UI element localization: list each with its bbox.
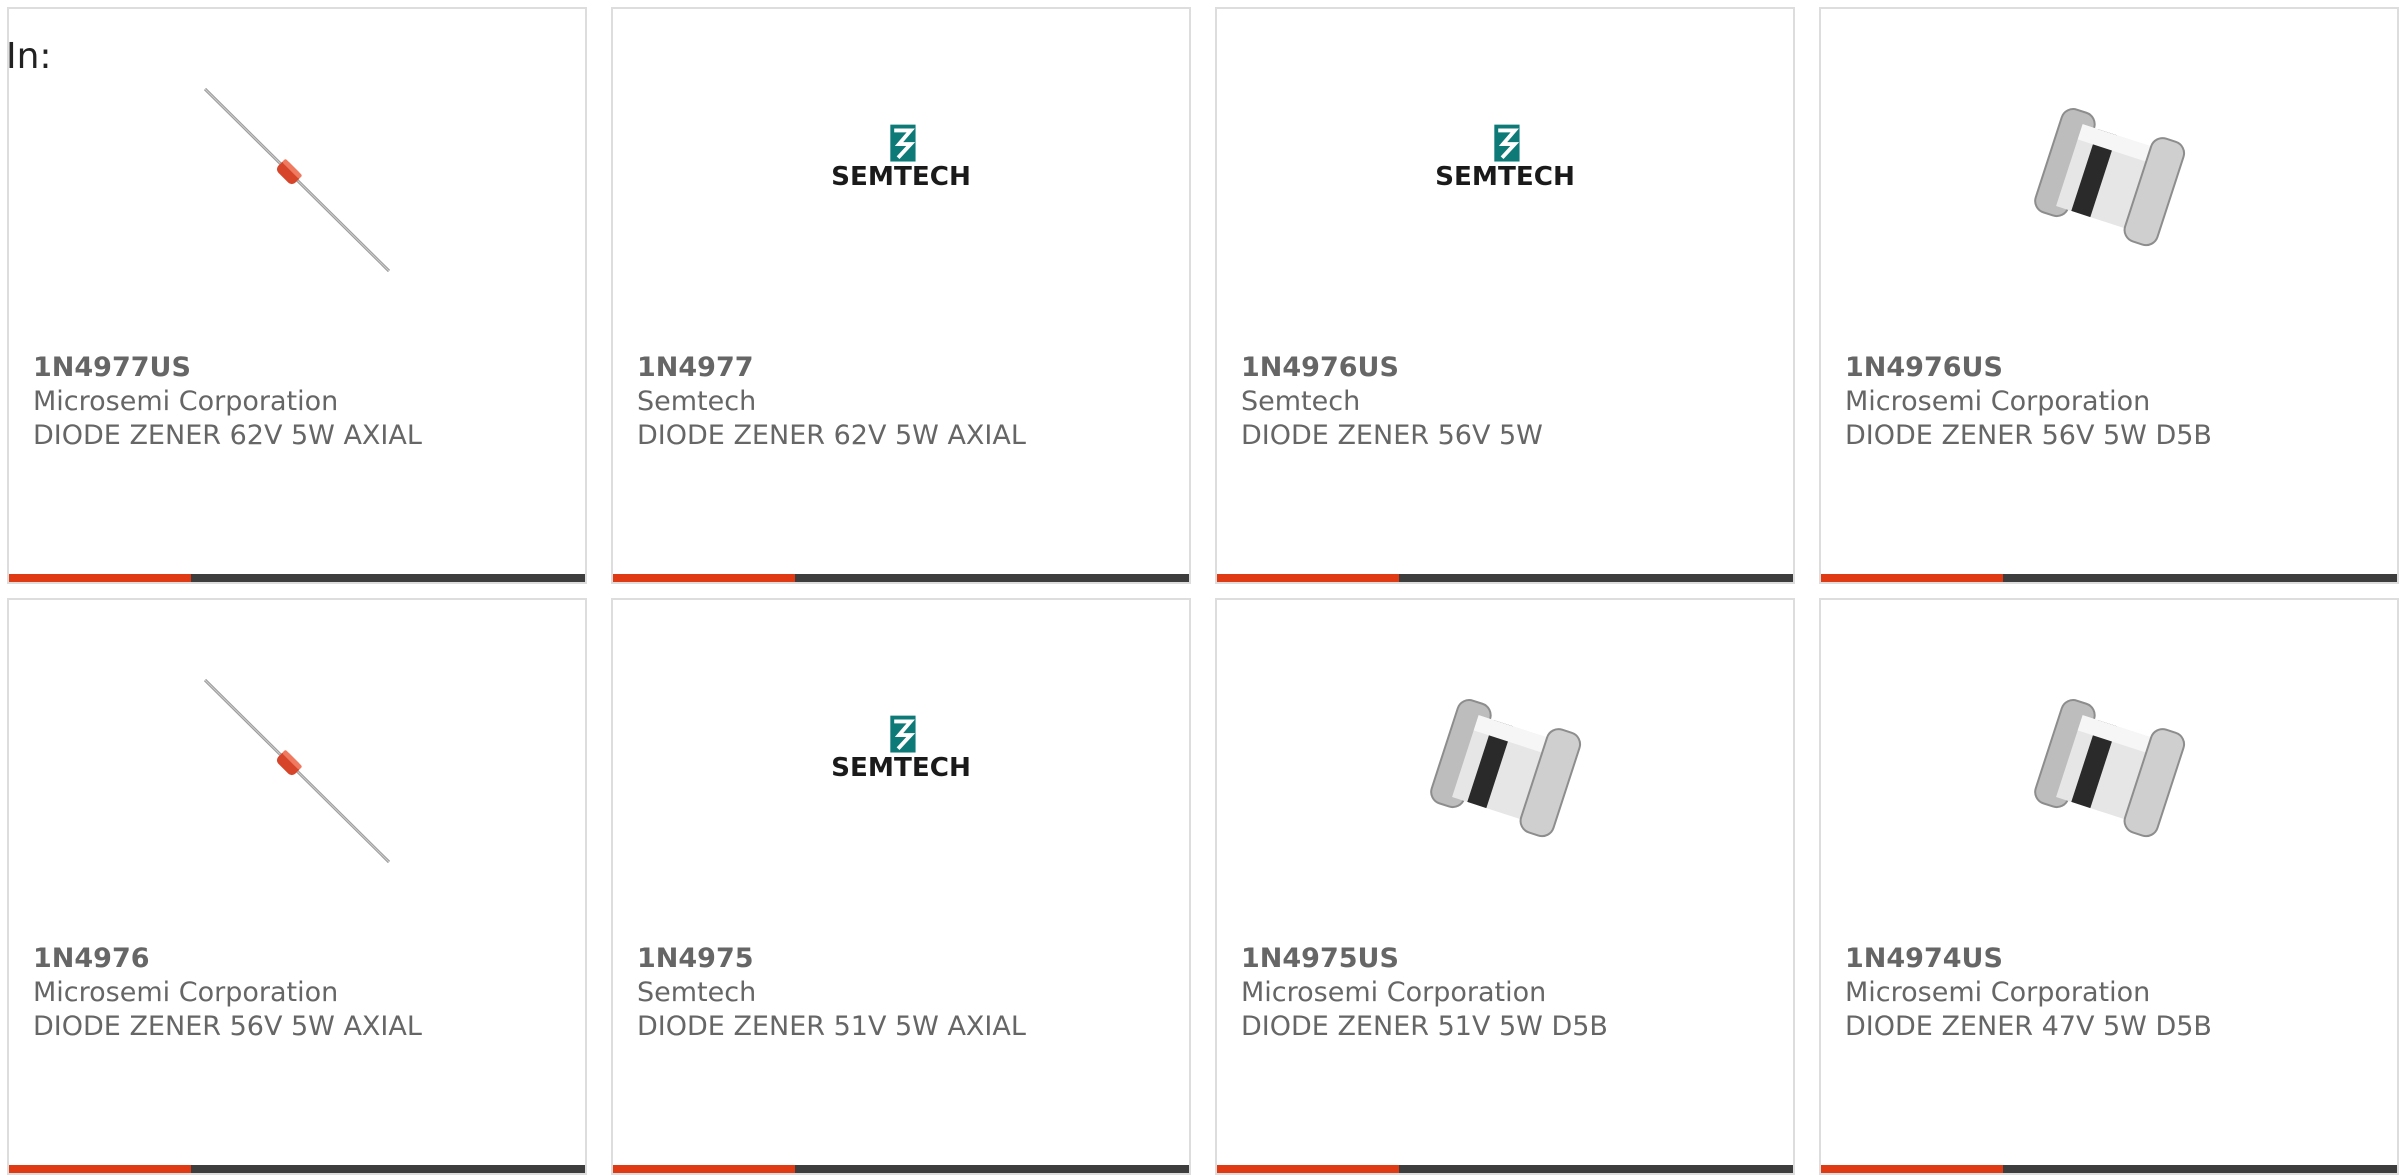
manufacturer: Semtech bbox=[637, 386, 757, 417]
d5b-package-icon bbox=[2034, 108, 2186, 247]
card-bottom-bar bbox=[1821, 1165, 2397, 1173]
filter-label: In: bbox=[6, 36, 52, 77]
semtech-logo-text: SEMTECH bbox=[831, 162, 971, 192]
card-bottom-bar bbox=[1217, 1165, 1793, 1173]
part-number[interactable]: 1N4977 bbox=[637, 351, 1179, 385]
description: DIODE ZENER 51V 5W D5B bbox=[1241, 1011, 1608, 1042]
description: DIODE ZENER 56V 5W AXIAL bbox=[33, 1011, 422, 1042]
semtech-logo-text: SEMTECH bbox=[831, 753, 971, 783]
product-image[interactable] bbox=[2009, 670, 2209, 870]
product-card[interactable]: SEMTECH 1N4976US Semtech DIODE ZENER 56V… bbox=[1215, 7, 1795, 584]
description: DIODE ZENER 62V 5W AXIAL bbox=[637, 420, 1026, 451]
product-info: 1N4976US Semtech DIODE ZENER 56V 5W bbox=[1241, 351, 1783, 453]
d5b-package-icon bbox=[2034, 699, 2186, 838]
part-number[interactable]: 1N4976US bbox=[1845, 351, 2387, 385]
semtech-logo-icon: SEMTECH bbox=[1435, 124, 1575, 192]
product-image[interactable] bbox=[2009, 79, 2209, 279]
manufacturer: Semtech bbox=[637, 977, 757, 1008]
product-image[interactable] bbox=[197, 79, 397, 279]
card-bottom-bar bbox=[1217, 574, 1793, 582]
product-image[interactable]: SEMTECH bbox=[801, 79, 1001, 279]
description: DIODE ZENER 56V 5W bbox=[1241, 420, 1543, 451]
product-info: 1N4976US Microsemi Corporation DIODE ZEN… bbox=[1845, 351, 2387, 453]
card-bottom-bar bbox=[613, 1165, 1189, 1173]
product-card[interactable]: SEMTECH 1N4975 Semtech DIODE ZENER 51V 5… bbox=[611, 598, 1191, 1175]
manufacturer: Microsemi Corporation bbox=[33, 386, 339, 417]
manufacturer: Microsemi Corporation bbox=[1241, 977, 1547, 1008]
card-bar-accent bbox=[1217, 574, 1399, 582]
product-image[interactable] bbox=[1405, 670, 1605, 870]
part-number[interactable]: 1N4976US bbox=[1241, 351, 1783, 385]
d5b-package-icon bbox=[1430, 699, 1582, 838]
product-info: 1N4975 Semtech DIODE ZENER 51V 5W AXIAL bbox=[637, 942, 1179, 1044]
product-info: 1N4977 Semtech DIODE ZENER 62V 5W AXIAL bbox=[637, 351, 1179, 453]
card-bottom-bar bbox=[1821, 574, 2397, 582]
card-bottom-bar bbox=[9, 574, 585, 582]
product-info: 1N4977US Microsemi Corporation DIODE ZEN… bbox=[33, 351, 575, 453]
product-info: 1N4976 Microsemi Corporation DIODE ZENER… bbox=[33, 942, 575, 1044]
product-info: 1N4974US Microsemi Corporation DIODE ZEN… bbox=[1845, 942, 2387, 1044]
part-number[interactable]: 1N4977US bbox=[33, 351, 575, 385]
axial-diode-icon bbox=[203, 678, 391, 864]
manufacturer: Microsemi Corporation bbox=[1845, 386, 2151, 417]
card-bar-accent bbox=[1821, 1165, 2003, 1173]
card-bottom-bar bbox=[9, 1165, 585, 1173]
product-card[interactable]: 1N4976US Microsemi Corporation DIODE ZEN… bbox=[1819, 7, 2399, 584]
description: DIODE ZENER 62V 5W AXIAL bbox=[33, 420, 422, 451]
semtech-logo-icon: SEMTECH bbox=[831, 124, 971, 192]
product-card[interactable]: SEMTECH 1N4977 Semtech DIODE ZENER 62V 5… bbox=[611, 7, 1191, 584]
manufacturer: Microsemi Corporation bbox=[33, 977, 339, 1008]
product-card[interactable]: 1N4977US Microsemi Corporation DIODE ZEN… bbox=[7, 7, 587, 584]
part-number[interactable]: 1N4975US bbox=[1241, 942, 1783, 976]
card-bar-accent bbox=[1821, 574, 2003, 582]
part-number[interactable]: 1N4976 bbox=[33, 942, 575, 976]
product-info: 1N4975US Microsemi Corporation DIODE ZEN… bbox=[1241, 942, 1783, 1044]
semtech-logo-icon: SEMTECH bbox=[831, 715, 971, 783]
product-card[interactable]: 1N4976 Microsemi Corporation DIODE ZENER… bbox=[7, 598, 587, 1175]
card-bar-accent bbox=[9, 574, 191, 582]
description: DIODE ZENER 56V 5W D5B bbox=[1845, 420, 2212, 451]
card-bar-accent bbox=[613, 1165, 795, 1173]
semtech-logo-text: SEMTECH bbox=[1435, 162, 1575, 192]
product-card[interactable]: 1N4974US Microsemi Corporation DIODE ZEN… bbox=[1819, 598, 2399, 1175]
part-number[interactable]: 1N4975 bbox=[637, 942, 1179, 976]
part-number[interactable]: 1N4974US bbox=[1845, 942, 2387, 976]
description: DIODE ZENER 51V 5W AXIAL bbox=[637, 1011, 1026, 1042]
axial-diode-icon bbox=[203, 87, 391, 273]
manufacturer: Semtech bbox=[1241, 386, 1361, 417]
card-bar-accent bbox=[1217, 1165, 1399, 1173]
card-bar-accent bbox=[613, 574, 795, 582]
product-image[interactable]: SEMTECH bbox=[801, 670, 1001, 870]
card-bottom-bar bbox=[613, 574, 1189, 582]
product-image[interactable]: SEMTECH bbox=[1405, 79, 1605, 279]
description: DIODE ZENER 47V 5W D5B bbox=[1845, 1011, 2212, 1042]
product-card[interactable]: 1N4975US Microsemi Corporation DIODE ZEN… bbox=[1215, 598, 1795, 1175]
manufacturer: Microsemi Corporation bbox=[1845, 977, 2151, 1008]
card-bar-accent bbox=[9, 1165, 191, 1173]
product-grid: 1N4977US Microsemi Corporation DIODE ZEN… bbox=[7, 7, 2399, 1175]
product-image[interactable] bbox=[197, 670, 397, 870]
